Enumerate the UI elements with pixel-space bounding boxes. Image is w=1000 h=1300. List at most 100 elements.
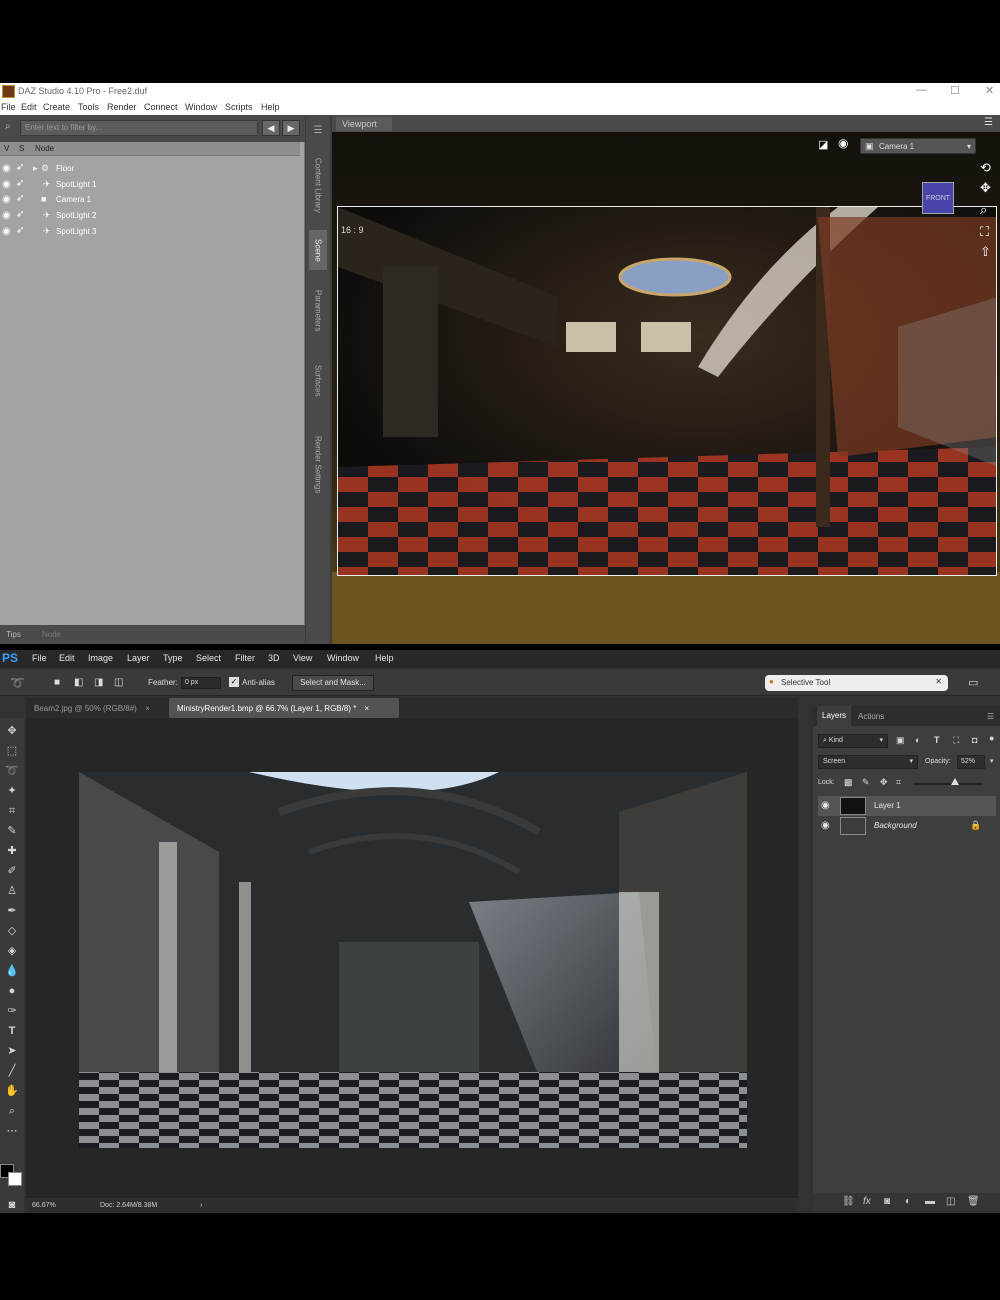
col-visible[interactable]: V [4,144,9,153]
filter-adjustment-icon[interactable]: ◐ [915,735,920,745]
menu-file[interactable]: File [1,102,16,112]
layer-style-icon[interactable]: fx [863,1196,871,1207]
new-selection-icon[interactable]: ■ [54,677,60,688]
lasso-tool-icon[interactable]: ➰ [3,762,21,780]
layer-row[interactable]: ◉ Layer 1 [818,796,996,816]
add-selection-icon[interactable]: ◧ [74,677,83,688]
scene-filter-input[interactable]: Enter text to filter by... [20,120,258,136]
layer-row[interactable]: ◉ Background 🔒 [818,816,996,836]
path-select-icon[interactable]: ➤ [3,1042,21,1060]
scene-node-row[interactable]: ◉ ➶ ✈ SpotLight 3 [0,224,300,239]
adjustment-layer-icon[interactable]: ◐ [905,1196,911,1207]
tab-viewport[interactable]: Viewport [336,117,392,131]
doc-tab-beam2[interactable]: Beam2.jpg @ 50% (RGB/8#) × [26,698,166,718]
selectable-arrow-icon[interactable]: ➶ [16,225,24,236]
expand-right-icon[interactable]: ▶ [282,120,300,136]
tab-layers[interactable]: Layers [817,706,852,726]
col-selectable[interactable]: S [19,144,24,153]
menu-help[interactable]: Help [261,102,280,112]
filter-smart-object-icon[interactable]: ◘ [972,735,977,745]
frame-icon[interactable]: ⛶ [980,224,989,240]
visibility-eye-icon[interactable]: ◉ [2,163,11,174]
antialias-checkbox[interactable]: ✓ [229,677,239,687]
scene-node-row[interactable]: ◉ ➶ ■ Camera 1 [0,192,300,207]
tab-actions[interactable]: Actions [858,712,884,721]
brush-tool-icon[interactable]: ✐ [3,862,21,880]
ps-menu-image[interactable]: Image [88,653,113,663]
selectable-arrow-icon[interactable]: ➶ [16,193,24,204]
scene-node-row[interactable]: ◉ ➶ ▸ ⚙ Floor [0,161,300,176]
select-and-mask-button[interactable]: Select and Mask... [292,675,374,691]
scene-node-row[interactable]: ◉ ➶ ✈ SpotLight 1 [0,177,300,192]
tab-tips[interactable]: Tips [6,630,21,639]
maximize-button[interactable]: ☐ [950,84,960,97]
layer-filter-kind-select[interactable]: ⌕ Kind ▾ [818,734,888,748]
close-icon[interactable]: × [365,704,370,713]
new-layer-icon[interactable]: ◫ [946,1196,955,1207]
intersect-selection-icon[interactable]: ◫ [114,677,123,688]
selectable-arrow-icon[interactable]: ➶ [16,209,24,220]
stamp-tool-icon[interactable]: ♙ [3,882,21,900]
crop-tool-icon[interactable]: ⌗ [3,802,21,820]
menu-window[interactable]: Window [185,102,217,112]
menu-create[interactable]: Create [43,102,70,112]
history-brush-icon[interactable]: ✒ [3,902,21,920]
menu-edit[interactable]: Edit [21,102,37,112]
hand-tool-icon[interactable]: ✋ [3,1082,21,1100]
marquee-tool-icon[interactable]: ⬚ [3,742,21,760]
ps-menu-window[interactable]: Window [327,653,359,663]
visibility-eye-icon[interactable]: ◉ [2,210,11,221]
opacity-input[interactable]: 52% [957,755,985,769]
camera-select[interactable]: ▣ Camera 1 ▾ [860,138,976,154]
filter-toggle-icon[interactable]: ● [989,733,994,743]
close-button[interactable]: ✕ [985,84,994,97]
close-icon[interactable]: × [145,704,150,713]
close-icon[interactable]: ✕ [935,677,942,686]
chevron-down-icon[interactable]: ▾ [990,757,994,765]
visibility-eye-icon[interactable]: ◉ [2,194,11,205]
pen-tool-icon[interactable]: ✑ [3,1002,21,1020]
scene-node-row[interactable]: ◉ ➶ ✈ SpotLight 2 [0,208,300,223]
document-image[interactable] [79,772,747,1148]
status-menu-arrow[interactable]: › [200,1202,202,1209]
selectable-arrow-icon[interactable]: ➶ [16,178,24,189]
ps-menu-3d[interactable]: 3D [268,653,280,663]
view-cube[interactable]: FRONT [922,182,954,214]
tab-parameters[interactable]: Parameters [309,275,327,347]
new-group-icon[interactable]: ▬ [925,1196,935,1207]
visibility-eye-icon[interactable]: ◉ [2,226,11,237]
paint-bucket-icon[interactable]: ◈ [3,942,21,960]
opacity-slider-track[interactable] [913,783,983,785]
background-color-swatch[interactable] [8,1172,22,1186]
ps-menu-filter[interactable]: Filter [235,653,255,663]
draw-style-icon[interactable]: ◪ [818,138,828,151]
quick-mask-icon[interactable]: ◙ [3,1196,21,1214]
doc-tab-ministryrender1[interactable]: MinistryRender1.bmp @ 66.7% (Layer 1, RG… [169,698,399,718]
visibility-eye-icon[interactable]: ◉ [2,179,11,190]
filter-pixel-icon[interactable]: ▣ [896,735,905,746]
blend-mode-select[interactable]: Screen ▾ [818,755,918,769]
move-tool-icon[interactable]: ✥ [3,722,21,740]
menu-render[interactable]: Render [107,102,137,112]
more-tools-icon[interactable]: ⋯ [3,1122,21,1140]
eraser-icon[interactable]: ◇ [3,922,21,940]
ps-menu-select[interactable]: Select [196,653,221,663]
viewport-canvas[interactable]: 16 : 9 ◪ ◉ ▣ Camera 1 ▾ FRONT ⟲ ✥ ⌕ ⛶ ⇧ [332,132,1000,644]
link-layers-icon[interactable]: ⛓ [842,1196,855,1207]
ps-canvas-area[interactable] [26,718,798,1198]
ps-menu-edit[interactable]: Edit [59,653,75,663]
ps-menu-help[interactable]: Help [375,653,394,663]
tab-render-settings[interactable]: Render Settings [309,415,327,515]
lock-artboard-icon[interactable]: ⌗ [896,777,901,788]
tab-surfaces[interactable]: Surfaces [309,352,327,410]
menu-scripts[interactable]: Scripts [225,102,253,112]
selective-tool-search[interactable]: ● Selective Tool ✕ [765,675,948,691]
eyedropper-icon[interactable]: ✎ [3,822,21,840]
visibility-eye-icon[interactable]: ◉ [821,800,830,811]
dolly-icon[interactable]: ⇧ [980,244,991,260]
blur-tool-icon[interactable]: 💧 [3,962,21,980]
line-tool-icon[interactable]: ╱ [3,1062,21,1080]
ps-menu-file[interactable]: File [32,653,47,663]
menu-tools[interactable]: Tools [78,102,99,112]
add-mask-icon[interactable]: ◙ [884,1196,890,1207]
